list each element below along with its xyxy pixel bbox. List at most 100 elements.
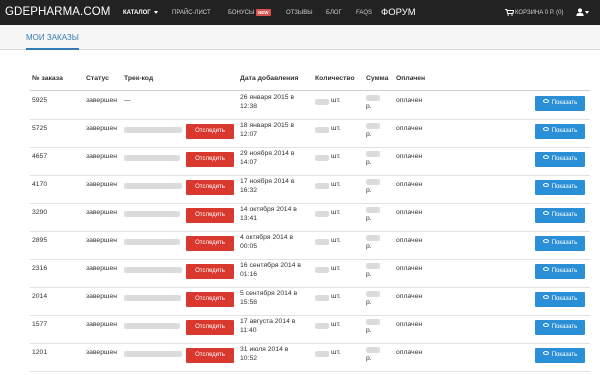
show-button[interactable]: Показать xyxy=(535,292,585,307)
show-button[interactable]: Показать xyxy=(535,264,585,279)
quantity-redacted xyxy=(315,295,329,301)
new-badge: NEW xyxy=(256,9,271,16)
table-row: 3290 завершен Отследить 14 октября 2014 в 13… xyxy=(30,204,590,232)
track-code-redacted xyxy=(124,211,180,217)
table-row: 5725 завершен Отследить 18 января 2015 в 12:… xyxy=(30,120,590,148)
show-button[interactable]: Показать xyxy=(535,180,585,195)
sum-unit: р. xyxy=(366,131,372,138)
nav-bonuses[interactable]: БОНУСЫ xyxy=(228,9,254,17)
order-status: завершен xyxy=(86,293,117,300)
table-row: 2316 завершен Отследить 16 сентября 2014 в0… xyxy=(30,260,590,288)
quantity-redacted xyxy=(315,323,329,329)
eye-icon xyxy=(542,267,549,272)
date-time: 11:40 xyxy=(240,327,257,334)
sum-redacted xyxy=(366,151,380,157)
eye-icon xyxy=(542,183,549,188)
eye-icon xyxy=(542,351,549,356)
nav-faqs[interactable]: FAQS xyxy=(356,9,372,17)
track-button[interactable]: Отследить xyxy=(186,320,234,335)
show-button[interactable]: Показать xyxy=(535,208,585,223)
order-number: 1201 xyxy=(32,349,48,356)
quantity-unit: шт. xyxy=(331,125,341,132)
cart-link[interactable]: КОРЗИНА 0 Р. (0) xyxy=(515,9,563,17)
nav-blog[interactable]: БЛОГ xyxy=(326,9,342,17)
date-time: 15:58 xyxy=(240,299,258,306)
quantity-unit: шт. xyxy=(331,321,341,328)
chevron-down-icon xyxy=(153,10,158,14)
track-button[interactable]: Отследить xyxy=(186,292,234,307)
show-button[interactable]: Показать xyxy=(535,152,585,167)
show-button-label: Показать xyxy=(551,296,578,302)
track-button[interactable]: Отследить xyxy=(186,264,234,279)
date-time: 13:41 xyxy=(240,215,258,222)
show-button[interactable]: Показать xyxy=(535,96,585,111)
quantity-redacted xyxy=(315,99,329,105)
nav-forum[interactable]: ФОРУМ xyxy=(381,7,416,18)
order-number: 2014 xyxy=(32,293,48,300)
nav-catalog[interactable]: КАТАЛОГ xyxy=(123,9,158,17)
order-status: завершен xyxy=(86,209,117,216)
quantity-redacted xyxy=(315,267,329,273)
track-button[interactable]: Отследить xyxy=(186,208,234,223)
order-status: завершен xyxy=(86,349,117,356)
paid-status: оплачен xyxy=(396,349,423,356)
show-button[interactable]: Показать xyxy=(535,236,585,251)
show-button-label: Показать xyxy=(551,268,578,274)
show-button[interactable]: Показать xyxy=(535,348,585,363)
show-button-label: Показать xyxy=(551,128,578,134)
table-row: 2895 завершен Отследить 4 октября 2014 в 00:… xyxy=(30,232,590,260)
site-logo[interactable]: GDEPHARMA.COM xyxy=(5,6,110,19)
eye-icon xyxy=(542,239,549,244)
table-row: 5925 завершен —26 января 2015 в 12:38 шт. р. о… xyxy=(30,92,590,120)
track-code-redacted xyxy=(124,155,180,161)
track-code: — xyxy=(124,97,131,104)
header-date-added: Дата добавления xyxy=(240,75,299,82)
track-button[interactable]: Отследить xyxy=(186,152,234,167)
track-button[interactable]: Отследить xyxy=(186,180,234,195)
quantity-unit: шт. xyxy=(331,349,341,356)
track-button[interactable]: Отследить xyxy=(186,124,234,139)
cart-icon xyxy=(505,9,514,16)
show-button-label: Показать xyxy=(551,324,578,330)
chevron-down-icon[interactable] xyxy=(585,11,589,14)
order-number: 1577 xyxy=(32,321,48,328)
table-row: 4657 завершен Отследить 29 ноября 2014 в 14:… xyxy=(30,148,590,176)
track-button[interactable]: Отследить xyxy=(186,236,234,251)
date-time: 16:32 xyxy=(240,187,258,194)
date-time: 01:16 xyxy=(240,271,258,278)
quantity-unit: шт. xyxy=(331,293,341,300)
header-order-number: № заказа xyxy=(32,75,63,82)
paid-status: оплачен xyxy=(396,153,423,160)
quantity-redacted xyxy=(315,183,329,189)
show-button[interactable]: Показать xyxy=(535,124,585,139)
quantity-unit: шт. xyxy=(331,265,341,272)
show-button-label: Показать xyxy=(551,212,578,218)
order-status: завершен xyxy=(86,125,117,132)
sum-unit: р. xyxy=(366,215,372,222)
track-button[interactable]: Отследить xyxy=(186,348,234,363)
order-number: 3290 xyxy=(32,209,48,216)
nav-catalog-label: КАТАЛОГ xyxy=(123,10,151,16)
show-button[interactable]: Показать xyxy=(535,320,585,335)
user-icon[interactable] xyxy=(576,8,584,16)
date-time: 10:52 xyxy=(240,355,258,362)
tab-my-orders[interactable]: МОИ ЗАКАЗЫ xyxy=(26,25,79,50)
show-button-label: Показать xyxy=(551,156,578,162)
quantity-unit: шт. xyxy=(331,181,341,188)
track-code-redacted xyxy=(124,183,182,189)
order-number: 4170 xyxy=(32,181,48,188)
date-time: 12:38 xyxy=(240,103,258,110)
paid-status: оплачен xyxy=(396,265,423,272)
quantity-redacted xyxy=(315,155,329,161)
eye-icon xyxy=(542,127,549,132)
header-track-code: Трек-код xyxy=(124,75,154,82)
order-number: 2316 xyxy=(32,265,48,272)
paid-status: оплачен xyxy=(396,209,423,216)
sum-redacted xyxy=(366,95,380,101)
paid-status: оплачен xyxy=(396,321,423,328)
order-status: завершен xyxy=(86,265,117,272)
nav-price-list[interactable]: ПРАЙС-ЛИСТ xyxy=(172,9,211,17)
sum-redacted xyxy=(366,347,380,353)
paid-status: оплачен xyxy=(396,237,423,244)
nav-reviews[interactable]: ОТЗЫВЫ xyxy=(286,9,313,17)
